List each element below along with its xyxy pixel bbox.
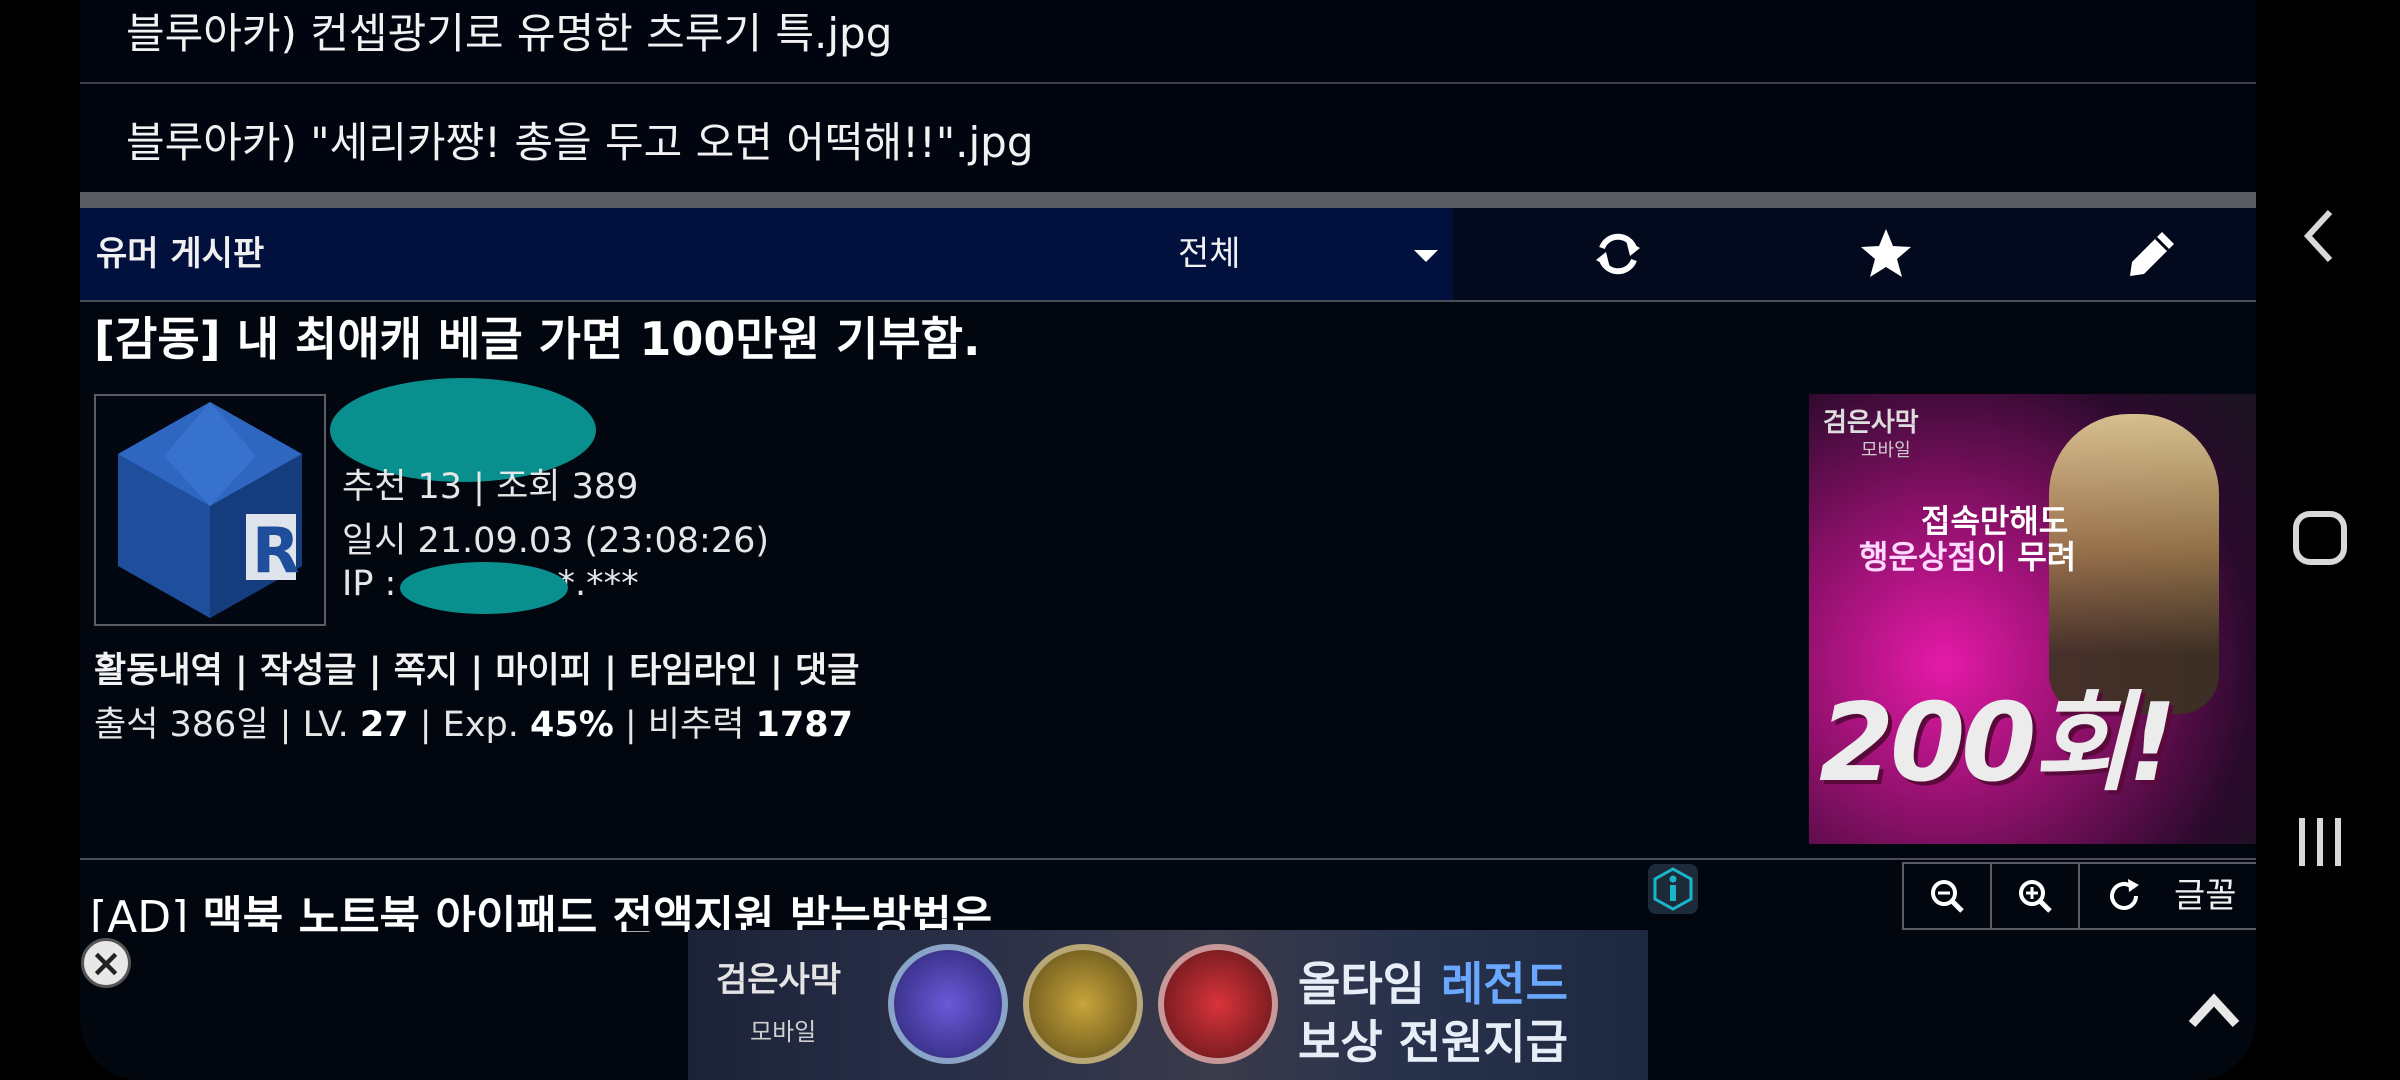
zoom-out-icon xyxy=(1931,880,1964,913)
ad-post-title-text: 맥북 노트북 아이패드 전액지원 받는방법은 xyxy=(202,892,993,932)
attendance-label: 출석 386일 | LV. xyxy=(94,705,360,745)
chevron-down-icon[interactable] xyxy=(1414,250,1438,262)
ad-line-2-rest: 이 무려 xyxy=(1976,538,2077,576)
ip-label: IP : xyxy=(342,564,408,604)
power-label: | 비추력 xyxy=(613,705,756,745)
level-value: 27 xyxy=(359,705,409,745)
ip-suffix: *.*** xyxy=(557,564,639,604)
avatar[interactable]: R xyxy=(94,394,326,626)
exp-value: 45% xyxy=(529,705,614,745)
message-link[interactable]: 쪽지 xyxy=(394,651,458,691)
home-icon[interactable] xyxy=(2290,508,2350,568)
ad-highlight: 행운상점 xyxy=(1859,538,1977,576)
reset-icon xyxy=(2110,879,2139,910)
scroll-top-icon[interactable] xyxy=(2186,982,2242,1038)
rulliweb-logo-icon: R xyxy=(118,402,302,618)
list-item[interactable]: 블루아카) 컨셉광기로 유명한 츠루기 특.jpg xyxy=(80,0,2256,84)
back-icon[interactable] xyxy=(2290,206,2350,266)
browser-content: 블루아카) 컨셉광기로 유명한 츠루기 특.jpg 블루아카) "세리카쨩! 총… xyxy=(80,0,2256,1080)
reset-zoom-button[interactable] xyxy=(2080,864,2168,928)
separator: | xyxy=(757,651,796,691)
refresh-icon[interactable] xyxy=(1590,226,1646,282)
author-stats: 출석 386일 | LV. 27 | Exp. 45% | 비추력 1787 xyxy=(94,696,853,747)
author-links: 활동내역 | 작성글 | 쪽지 | 마이피 | 타임라인 | 댓글 xyxy=(94,642,859,693)
censor-mark xyxy=(400,562,568,614)
ad-headline-pre: 올타임 xyxy=(1298,957,1441,1011)
ad-tag: [AD] xyxy=(90,892,203,932)
separator: | xyxy=(591,651,630,691)
ad-brand-sub: 모바일 xyxy=(750,1018,817,1046)
board-selector: 유머 게시판 전체 xyxy=(80,208,1453,300)
ad-post-title[interactable]: [AD] 맥북 노트북 아이패드 전액지원 받는방법은 xyxy=(90,892,992,932)
divider xyxy=(80,858,2256,860)
star-icon[interactable] xyxy=(1858,226,1914,282)
reward-chest-icon xyxy=(888,944,1008,1064)
close-icon[interactable]: × xyxy=(81,938,131,988)
list-item-title: 블루아카) "세리카쨩! 총을 두고 오면 어떡해!!".jpg xyxy=(126,117,1034,167)
ad-line-2: 행운상점이 무려 xyxy=(1859,532,2076,578)
ad-big-text: 200회! xyxy=(1819,681,2177,806)
separator: | xyxy=(222,651,260,691)
divider xyxy=(80,300,2256,302)
reward-gold-icon xyxy=(1023,944,1143,1064)
zoom-out-button[interactable] xyxy=(1904,864,1992,928)
divider xyxy=(80,192,2256,208)
recent-apps-icon[interactable] xyxy=(2290,812,2350,872)
ad-brand: 검은사막 xyxy=(1823,408,1919,438)
comments-link[interactable]: 댓글 xyxy=(795,651,859,691)
activity-link[interactable]: 활동내역 xyxy=(94,651,223,691)
timeline-link[interactable]: 타임라인 xyxy=(629,651,758,691)
zoom-in-icon xyxy=(2019,880,2052,913)
exp-label: | Exp. xyxy=(408,705,530,745)
power-value: 1787 xyxy=(755,705,853,745)
side-advertisement[interactable]: 검은사막 모바일 접속만해도 행운상점이 무려 200회! xyxy=(1809,394,2256,844)
post-date: 일시 21.09.03 (23:08:26) xyxy=(342,521,770,561)
post-title: [감동] 내 최애캐 베글 가면 100만원 기부함. xyxy=(94,312,981,366)
filter-dropdown[interactable]: 전체 xyxy=(1178,208,1241,300)
mypi-link[interactable]: 마이피 xyxy=(495,651,592,691)
text-toolbar: 글꼴 xyxy=(1902,862,2256,930)
list-item[interactable]: 블루아카) "세리카쨩! 총을 두고 오면 어떡해!!".jpg xyxy=(80,86,2256,192)
list-item-title: 블루아카) 컨셉광기로 유명한 츠루기 특.jpg xyxy=(126,8,893,58)
ad-brand-sub: 모바일 xyxy=(1861,440,1911,461)
board-header: 유머 게시판 전체 xyxy=(80,208,2256,300)
board-name[interactable]: 유머 게시판 xyxy=(96,208,264,300)
ad-headline-highlight: 레전드 xyxy=(1440,957,1568,1011)
post-stats: 추천 13 | 조회 389 xyxy=(342,467,639,507)
reward-box-icon xyxy=(1158,944,1278,1064)
svg-text:R: R xyxy=(252,514,300,587)
separator: | xyxy=(356,651,394,691)
separator: | xyxy=(458,651,496,691)
pencil-icon[interactable] xyxy=(2124,226,2180,282)
zoom-in-button[interactable] xyxy=(1992,864,2080,928)
ad-headline-2: 보상 전원지급 xyxy=(1298,1015,1568,1069)
ad-brand: 검은사막 xyxy=(716,960,842,1000)
bottom-banner-ad[interactable]: 검은사막 모바일 올타임 레전드 보상 전원지급 xyxy=(688,930,1648,1080)
ad-headline-1: 올타임 레전드 xyxy=(1298,948,1568,1014)
ad-info-icon[interactable] xyxy=(1648,864,1698,914)
font-button[interactable]: 글꼴 xyxy=(2174,864,2237,928)
posts-link[interactable]: 작성글 xyxy=(260,651,357,691)
